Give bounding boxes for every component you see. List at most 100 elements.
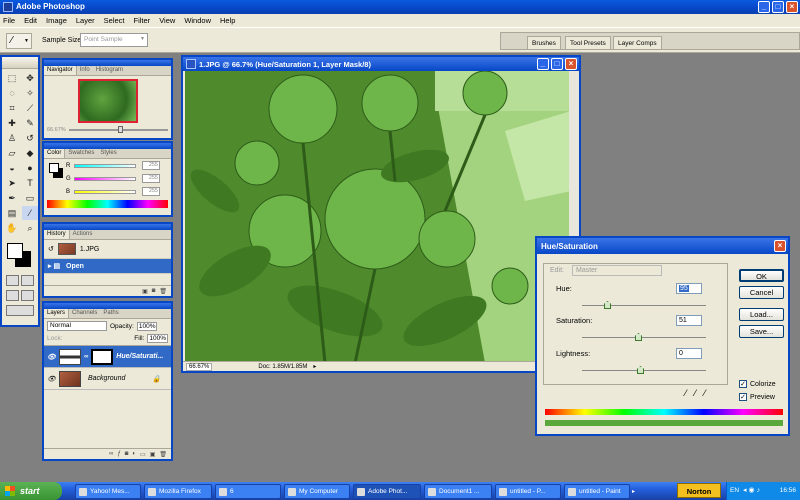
eyedropper-icon[interactable]: ⁄ bbox=[685, 388, 687, 398]
menu-view[interactable]: View bbox=[159, 16, 175, 25]
norton-button[interactable]: Norton bbox=[677, 483, 721, 498]
channel-r-slider[interactable] bbox=[74, 163, 136, 168]
add-mask-icon[interactable]: ◙ bbox=[125, 451, 129, 457]
colorize-checkbox[interactable]: ✓ Colorize bbox=[739, 380, 776, 388]
tab-history[interactable]: History bbox=[44, 230, 70, 239]
palette-tab-tool-presets[interactable]: Tool Presets bbox=[565, 36, 611, 50]
menu-select[interactable]: Select bbox=[104, 16, 125, 25]
tab-paths[interactable]: Paths bbox=[100, 309, 121, 318]
tab-color[interactable]: Color bbox=[44, 149, 66, 158]
crop-tool-icon[interactable]: ⌗ bbox=[4, 101, 20, 115]
tab-swatches[interactable]: Swatches bbox=[65, 149, 97, 158]
screen-mode-standard-button[interactable] bbox=[6, 290, 19, 301]
edit-select[interactable]: Master bbox=[572, 265, 662, 276]
healing-brush-icon[interactable]: ✚ bbox=[4, 116, 20, 130]
doc-close-button[interactable]: × bbox=[565, 58, 577, 70]
ok-button[interactable]: OK bbox=[739, 269, 784, 282]
move-tool-icon[interactable]: ✥ bbox=[22, 71, 38, 85]
adobe-feather-icon[interactable] bbox=[2, 57, 38, 69]
color-swatches[interactable] bbox=[2, 241, 38, 273]
saturation-field[interactable]: 51 bbox=[676, 315, 702, 326]
lightness-field[interactable]: 0 bbox=[676, 348, 702, 359]
tab-styles[interactable]: Styles bbox=[97, 149, 119, 158]
close-button[interactable]: × bbox=[786, 1, 798, 13]
slice-tool-icon[interactable]: ⟋ bbox=[22, 101, 38, 115]
shape-tool-icon[interactable]: ▭ bbox=[22, 191, 38, 205]
tab-histogram[interactable]: Histogram bbox=[93, 66, 126, 75]
zoom-tool-icon[interactable]: ⌕ bbox=[22, 221, 38, 235]
dodge-tool-icon[interactable]: ● bbox=[22, 161, 38, 175]
layer-mask-thumbnail[interactable] bbox=[91, 348, 114, 365]
dialog-close-button[interactable]: × bbox=[774, 240, 786, 252]
hue-slider-thumb[interactable] bbox=[604, 301, 611, 309]
visibility-eye-icon[interactable]: 👁 bbox=[47, 353, 56, 361]
saturation-slider-thumb[interactable] bbox=[635, 333, 642, 341]
lasso-tool-icon[interactable]: ◌ bbox=[4, 86, 20, 100]
language-indicator[interactable]: EN bbox=[730, 487, 739, 494]
tab-layers[interactable]: Layers bbox=[44, 309, 70, 318]
lightness-slider-track[interactable] bbox=[582, 370, 706, 371]
channel-g-value[interactable]: 255 bbox=[142, 174, 160, 183]
tool-preset-picker[interactable]: ⁄ ▼ bbox=[6, 33, 32, 49]
hue-field[interactable]: 95 bbox=[676, 283, 702, 294]
pen-tool-icon[interactable]: ✒ bbox=[4, 191, 20, 205]
history-brush-icon[interactable]: ↺ bbox=[22, 131, 38, 145]
taskbar-item-photoshop[interactable]: Adobe Phot... bbox=[353, 483, 421, 499]
lightness-slider-thumb[interactable] bbox=[637, 366, 644, 374]
hand-tool-icon[interactable]: ✋ bbox=[4, 221, 20, 235]
blur-tool-icon[interactable]: ◒ bbox=[4, 161, 20, 175]
sample-size-select[interactable]: Point Sample bbox=[80, 33, 148, 47]
doc-minimize-button[interactable]: _ bbox=[537, 58, 549, 70]
save-button[interactable]: Save... bbox=[739, 325, 784, 338]
tab-actions[interactable]: Actions bbox=[70, 230, 96, 239]
new-group-icon[interactable]: ▭ bbox=[140, 451, 146, 458]
navigator-zoom-value[interactable]: 66.67% bbox=[47, 127, 66, 133]
channel-r-value[interactable]: 255 bbox=[142, 161, 160, 170]
opacity-field[interactable]: 100% bbox=[136, 321, 158, 331]
chain-link-icon[interactable]: ∞ bbox=[84, 354, 88, 360]
menu-image[interactable]: Image bbox=[46, 16, 67, 25]
path-select-icon[interactable]: ➤ bbox=[4, 176, 20, 190]
channel-g-slider[interactable] bbox=[74, 176, 136, 181]
start-button[interactable]: start bbox=[0, 482, 62, 500]
maximize-button[interactable]: □ bbox=[772, 1, 784, 13]
image-canvas[interactable] bbox=[185, 71, 571, 363]
document-info[interactable]: Doc: 1.85M/1.85M bbox=[258, 364, 307, 370]
notes-tool-icon[interactable]: ▤ bbox=[4, 206, 20, 220]
eraser-tool-icon[interactable]: ▱ bbox=[4, 146, 20, 160]
magic-wand-icon[interactable]: ✧ bbox=[22, 86, 38, 100]
tab-navigator[interactable]: Navigator bbox=[44, 66, 77, 75]
delete-state-icon[interactable]: 🗑 bbox=[159, 288, 167, 295]
history-snapshot[interactable]: ↺ 1.JPG bbox=[44, 240, 171, 259]
eyedropper-plus-icon[interactable]: ⁄ bbox=[695, 388, 697, 398]
load-button[interactable]: Load... bbox=[739, 308, 784, 321]
tab-info[interactable]: Info bbox=[77, 66, 93, 75]
taskbar-item-yahoo[interactable]: Yahoo! Mes... bbox=[75, 483, 141, 499]
tab-channels[interactable]: Channels bbox=[69, 309, 100, 318]
layer-background[interactable]: 👁 Background 🔒 bbox=[44, 368, 171, 390]
document-zoom[interactable]: 66.67% bbox=[186, 362, 213, 371]
palette-tab-layer-comps[interactable]: Layer Comps bbox=[613, 36, 662, 50]
hue-slider-track[interactable] bbox=[582, 305, 706, 306]
color-ramp[interactable] bbox=[47, 200, 168, 208]
menu-window[interactable]: Window bbox=[184, 16, 211, 25]
standard-mode-button[interactable] bbox=[6, 275, 19, 286]
link-layers-icon[interactable]: ∞ bbox=[109, 451, 113, 457]
new-snapshot-icon[interactable]: ◙ bbox=[152, 288, 156, 294]
foreground-color-swatch[interactable] bbox=[7, 243, 23, 259]
navigator-preview[interactable] bbox=[77, 79, 138, 123]
menu-filter[interactable]: Filter bbox=[134, 16, 151, 25]
minimize-button[interactable]: _ bbox=[758, 1, 770, 13]
eyedropper-minus-icon[interactable]: ⁄ bbox=[704, 388, 706, 398]
delete-layer-icon[interactable]: 🗑 bbox=[159, 451, 167, 458]
paint-bucket-icon[interactable]: ◆ bbox=[22, 146, 38, 160]
layer-hue-saturation[interactable]: 👁 ∞ Hue/Saturati... bbox=[44, 346, 171, 368]
taskbar-item-paint-1[interactable]: untitled - P... bbox=[495, 483, 561, 499]
new-document-from-state-icon[interactable]: ▣ bbox=[142, 288, 148, 295]
jump-to-imageready-button[interactable] bbox=[6, 305, 34, 316]
quick-mask-button[interactable] bbox=[21, 275, 34, 286]
channel-b-value[interactable]: 255 bbox=[142, 187, 160, 196]
new-fill-layer-icon[interactable]: ◐ bbox=[132, 451, 136, 457]
document-title-bar[interactable]: 1.JPG @ 66.7% (Hue/Saturation 1, Layer M… bbox=[183, 57, 579, 71]
colorize-check-icon[interactable]: ✓ bbox=[739, 380, 747, 388]
